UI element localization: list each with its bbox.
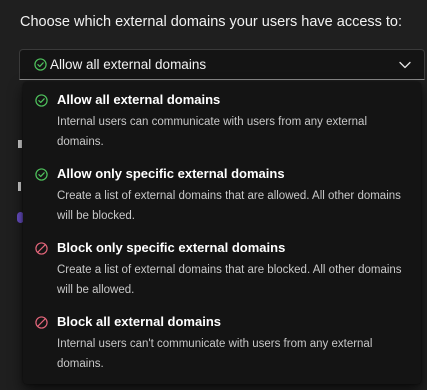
option-allow-all[interactable]: Allow all external domains Internal user… [23, 82, 421, 156]
option-title: Block only specific external domains [57, 240, 286, 255]
option-block-specific[interactable]: Block only specific external domains Cre… [23, 230, 421, 304]
option-description: Create a list of external domains that a… [57, 264, 402, 296]
option-title: Allow only specific external domains [57, 166, 285, 181]
option-description: Internal users can't communicate with us… [57, 338, 373, 370]
external-domains-select[interactable]: Allow all external domains [19, 49, 425, 80]
option-title: Block all external domains [57, 314, 222, 329]
option-allow-specific[interactable]: Allow only specific external domains Cre… [23, 156, 421, 230]
option-description: Internal users can communicate with user… [57, 116, 367, 148]
check-circle-icon [34, 58, 47, 71]
option-block-all[interactable]: Block all external domains Internal user… [23, 304, 421, 378]
page-heading: Choose which external domains your users… [20, 14, 403, 30]
dropdown-menu: Allow all external domains Internal user… [23, 82, 421, 384]
option-description: Create a list of external domains that a… [57, 190, 401, 222]
select-value: Allow all external domains [50, 57, 207, 72]
background-fragment [18, 140, 22, 148]
block-icon [35, 316, 48, 329]
check-circle-icon [35, 94, 48, 107]
chevron-down-icon[interactable] [398, 58, 412, 72]
check-circle-icon [35, 168, 48, 181]
option-title: Allow all external domains [57, 92, 221, 107]
block-icon [35, 242, 48, 255]
background-fragment [18, 182, 21, 191]
